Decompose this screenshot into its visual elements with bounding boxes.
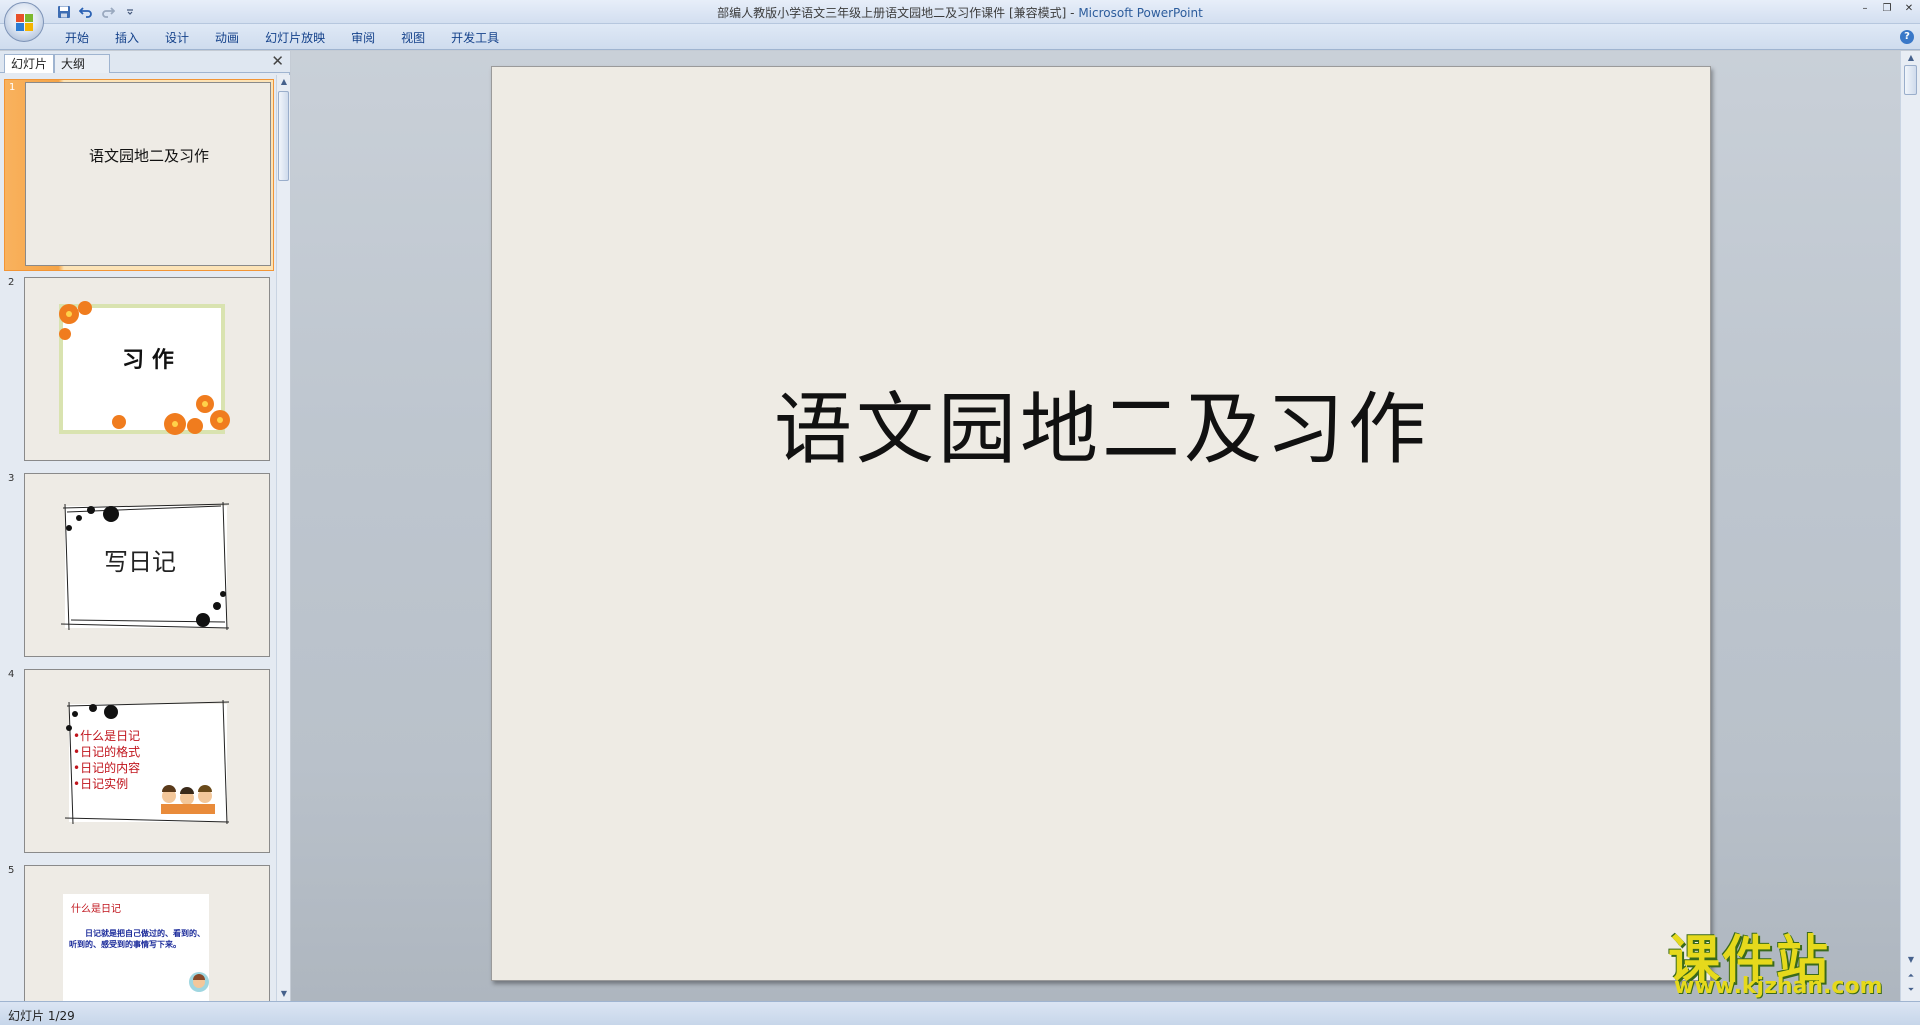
tab-animations[interactable]: 动画 (202, 29, 252, 47)
minimize-icon[interactable]: – (1858, 2, 1872, 16)
quick-access-toolbar (56, 3, 138, 21)
slide-number: 1 (9, 82, 16, 93)
office-logo-icon (16, 14, 34, 32)
girl-illustration (189, 972, 209, 992)
next-slide-icon[interactable]: ⏷ (1906, 985, 1916, 995)
children-illustration (161, 785, 215, 814)
tab-view[interactable]: 视图 (388, 29, 438, 47)
slide-preview: 语文园地二及习作 (25, 82, 271, 266)
watermark-url: www.kjzhan.com (1674, 974, 1883, 999)
list-item: •日记的内容 (73, 761, 141, 775)
watermark-logo: 课件站 www.kjzhan.com (1668, 918, 1898, 999)
tab-design[interactable]: 设计 (152, 29, 202, 47)
list-item: •日记实例 (73, 777, 129, 791)
slide-thumbnail-4[interactable]: 4 •什么是日记 •日记的格式 •日记的内容 •日记实例 (4, 667, 274, 859)
title-bar: 部编人教版小学语文三年级上册语文园地二及习作课件 [兼容模式] - Micros… (0, 0, 1920, 24)
window-title: 部编人教版小学语文三年级上册语文园地二及习作课件 [兼容模式] - Micros… (717, 6, 1203, 20)
previous-slide-icon[interactable]: ⏶ (1906, 971, 1916, 981)
ribbon-tabs: 开始 插入 设计 动画 幻灯片放映 审阅 视图 开发工具 (52, 29, 512, 47)
slide-preview: •什么是日记 •日记的格式 •日记的内容 •日记实例 (24, 669, 270, 853)
slide-thumbnail-1[interactable]: 1 语文园地二及习作 (4, 79, 274, 271)
document-title: 部编人教版小学语文三年级上册语文园地二及习作课件 [兼容模式] (717, 6, 1067, 20)
tab-slides[interactable]: 幻灯片 (4, 54, 55, 73)
save-icon[interactable] (56, 4, 72, 20)
powerpoint-window: 部编人教版小学语文三年级上册语文园地二及习作课件 [兼容模式] - Micros… (0, 0, 1920, 1025)
close-icon[interactable]: ✕ (1902, 2, 1916, 16)
slide-counter: 幻灯片 1/29 (8, 1009, 75, 1023)
help-icon[interactable]: ? (1900, 30, 1914, 44)
slide-number: 5 (8, 865, 15, 876)
undo-icon[interactable] (78, 4, 94, 20)
scroll-up-icon[interactable]: ▲ (1906, 53, 1916, 63)
slide-title[interactable]: 语文园地二及习作 (492, 367, 1712, 479)
thumbnail-scrollbar[interactable]: ▲ ▼ (276, 75, 290, 1001)
tab-slideshow[interactable]: 幻灯片放映 (252, 29, 338, 47)
slide-thumbnail-3[interactable]: 3 写日记 (4, 471, 274, 663)
slide-preview: 什么是日记 日记就是把自己做过的、看到的、听到的、感受到的事情写下来。 (24, 865, 270, 1001)
slide-preview-body: 日记就是把自己做过的、看到的、听到的、感受到的事情写下来。 (69, 929, 205, 949)
slide-preview-title: 习 作 (122, 347, 174, 373)
slide-preview: 习 作 (24, 277, 270, 461)
slide-number: 2 (8, 277, 15, 288)
slide-preview-list: •什么是日记 •日记的格式 •日记的内容 •日记实例 (73, 728, 140, 792)
slide-thumbnail-2[interactable]: 2 习 作 (4, 275, 274, 467)
scroll-down-icon[interactable]: ▼ (279, 989, 289, 999)
slide-preview-title: 语文园地二及习作 (88, 147, 209, 165)
status-bar: 幻灯片 1/29 (0, 1001, 1920, 1025)
ribbon: 开始 插入 设计 动画 幻灯片放映 审阅 视图 开发工具 ? (0, 24, 1920, 50)
close-icon[interactable]: ✕ (271, 54, 284, 69)
scroll-up-icon[interactable]: ▲ (279, 77, 289, 87)
slide-thumbnail-5[interactable]: 5 什么是日记 日记就是把自己做过的、看到的、听到的、感受到的事情写下来。 (4, 863, 274, 1001)
app-name: Microsoft PowerPoint (1078, 6, 1203, 20)
slide-preview: 写日记 (24, 473, 270, 657)
slide-number: 4 (8, 669, 15, 680)
tab-outline[interactable]: 大纲 (54, 54, 110, 73)
list-item: •日记的格式 (73, 745, 141, 759)
slide-editor: 语文园地二及习作 (291, 51, 1900, 1001)
scrollbar-thumb[interactable] (278, 91, 289, 181)
window-controls: – ❐ ✕ (1858, 2, 1916, 16)
tab-insert[interactable]: 插入 (102, 29, 152, 47)
slide-preview-title: 写日记 (104, 548, 176, 576)
office-button[interactable] (4, 2, 44, 42)
tab-review[interactable]: 审阅 (338, 29, 388, 47)
restore-icon[interactable]: ❐ (1880, 2, 1894, 16)
slide-number: 3 (8, 473, 15, 484)
scroll-down-icon[interactable]: ▼ (1906, 955, 1916, 965)
slides-panel: 幻灯片 大纲 ✕ 1 语文园地二及习作 2 习 作 3 写日记 4 •什么是日记… (0, 51, 290, 1001)
slide-preview-card: 什么是日记 日记就是把自己做过的、看到的、听到的、感受到的事情写下来。 (63, 894, 209, 1001)
redo-icon[interactable] (100, 4, 116, 20)
current-slide[interactable]: 语文园地二及习作 (491, 66, 1711, 981)
panel-tabs: 幻灯片 大纲 ✕ (0, 51, 290, 73)
slide-preview-heading: 什么是日记 (71, 904, 121, 915)
slide-thumbnails: 1 语文园地二及习作 2 习 作 3 写日记 4 •什么是日记 •日记的格式 •… (0, 75, 276, 1001)
scrollbar-thumb[interactable] (1904, 65, 1917, 95)
customize-icon[interactable] (122, 4, 138, 20)
tab-developer[interactable]: 开发工具 (438, 29, 512, 47)
editor-scrollbar[interactable]: ▲ ▼ ⏶ ⏷ (1900, 51, 1920, 1001)
list-item: •什么是日记 (73, 729, 141, 743)
tab-home[interactable]: 开始 (52, 29, 102, 47)
